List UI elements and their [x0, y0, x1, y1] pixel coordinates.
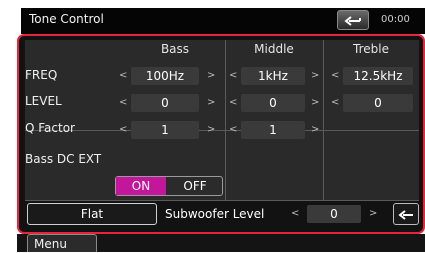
level-bass-value: 0 — [131, 94, 199, 112]
freq-bass-increase[interactable]: > — [207, 67, 215, 85]
page-title: Tone Control — [29, 12, 104, 26]
q-bass-decrease[interactable]: < — [119, 121, 127, 139]
level-bass-decrease[interactable]: < — [119, 94, 127, 112]
level-middle-increase[interactable]: > — [311, 94, 319, 112]
level-middle-decrease[interactable]: < — [229, 94, 237, 112]
q-middle-increase[interactable]: > — [311, 121, 319, 139]
subwoofer-decrease[interactable]: < — [291, 205, 299, 223]
return-button[interactable] — [337, 10, 369, 30]
menu-bar: Menu — [17, 234, 425, 252]
row-divider — [25, 200, 419, 201]
level-treble-decrease[interactable]: < — [331, 94, 339, 112]
column-divider — [225, 40, 226, 200]
menu-button[interactable]: Menu — [27, 234, 97, 252]
subwoofer-level-label: Subwoofer Level — [165, 207, 265, 221]
row-divider — [25, 130, 419, 131]
freq-treble-value: 12.5kHz — [343, 67, 413, 85]
bass-dc-ext-on-option[interactable]: ON — [116, 177, 166, 195]
column-header-bass: Bass — [160, 42, 190, 56]
return-button-bottom[interactable] — [393, 203, 419, 225]
freq-middle-decrease[interactable]: < — [229, 67, 237, 85]
clock: 00:00 — [381, 14, 410, 25]
row-label-freq: FREQ — [25, 68, 58, 82]
column-divider — [323, 40, 324, 200]
return-arrow-icon — [398, 210, 413, 220]
column-header-treble: Treble — [353, 42, 389, 56]
tone-control-panel: Bass Middle Treble FREQ LEVEL Q Factor <… — [17, 34, 425, 234]
q-middle-value: 1 — [241, 121, 305, 139]
level-treble-value: 0 — [343, 94, 413, 112]
row-label-level: LEVEL — [25, 94, 62, 108]
freq-bass-value: 100Hz — [131, 67, 199, 85]
flat-button[interactable]: Flat — [27, 203, 157, 225]
freq-middle-increase[interactable]: > — [311, 67, 319, 85]
level-bass-increase[interactable]: > — [207, 94, 215, 112]
freq-treble-decrease[interactable]: < — [331, 67, 339, 85]
q-middle-decrease[interactable]: < — [229, 121, 237, 139]
q-bass-increase[interactable]: > — [207, 121, 215, 139]
q-bass-value: 1 — [131, 121, 199, 139]
column-header-middle: Middle — [254, 42, 294, 56]
bass-dc-ext-label: Bass DC EXT — [25, 152, 102, 166]
subwoofer-level-value: 0 — [307, 205, 361, 223]
bass-dc-ext-off-option[interactable]: OFF — [168, 177, 222, 195]
freq-middle-value: 1kHz — [241, 67, 305, 85]
row-label-q-factor: Q Factor — [25, 121, 75, 135]
subwoofer-increase[interactable]: > — [369, 205, 377, 223]
bass-dc-ext-toggle[interactable]: ON OFF — [115, 176, 223, 196]
level-middle-value: 0 — [241, 94, 305, 112]
return-arrow-icon — [344, 16, 361, 26]
title-bar: Tone Control 00:00 — [21, 8, 425, 34]
freq-bass-decrease[interactable]: < — [119, 67, 127, 85]
